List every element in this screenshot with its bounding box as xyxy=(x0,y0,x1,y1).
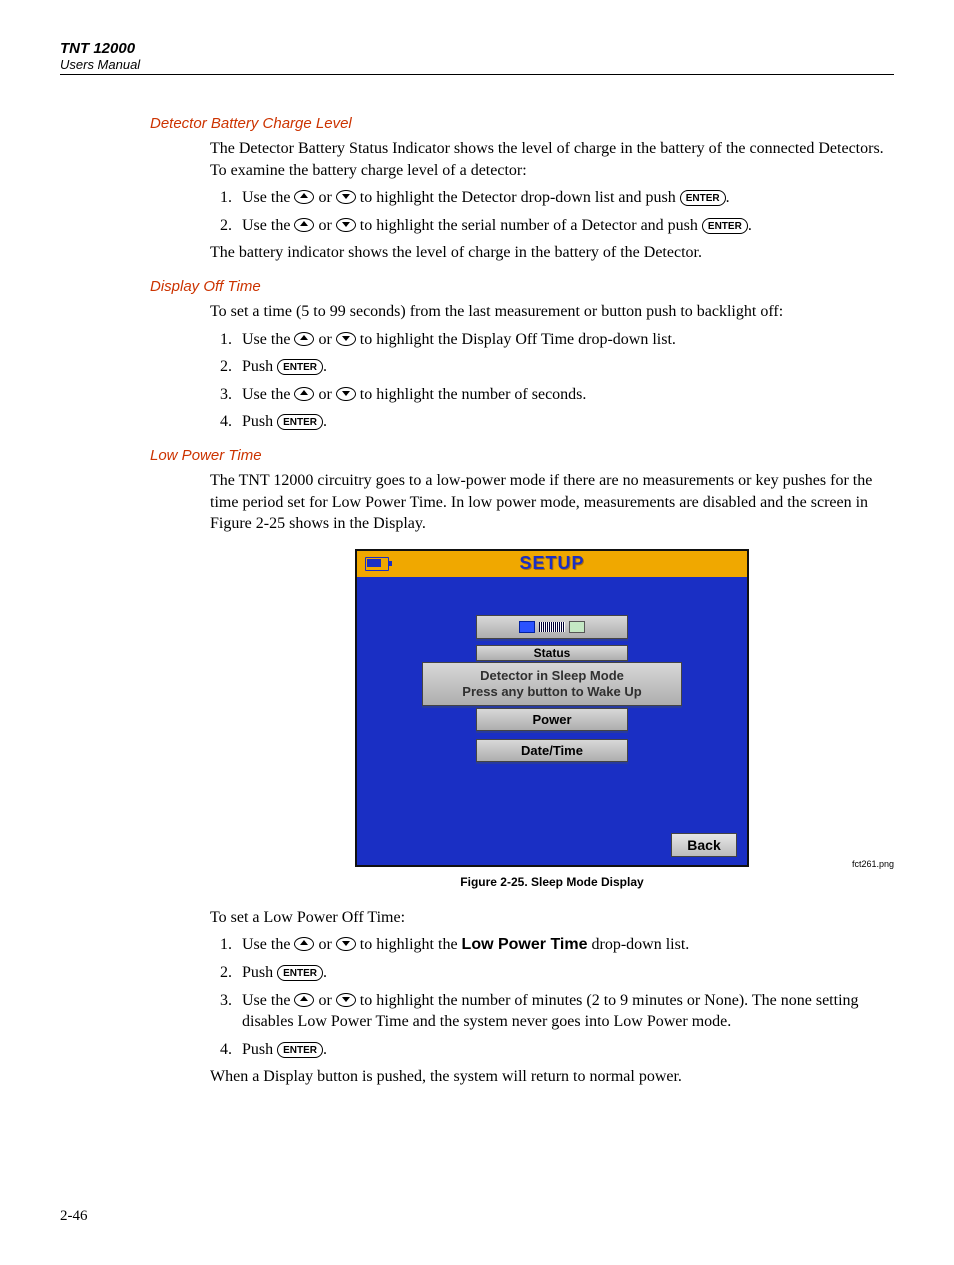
display-off-step-4: Push ENTER. xyxy=(236,411,894,433)
up-icon xyxy=(294,937,314,951)
enter-key: ENTER xyxy=(702,218,748,234)
low-power-steps: Use the or to highlight the Low Power Ti… xyxy=(210,934,894,1060)
down-icon xyxy=(336,218,356,232)
status-mini-icon xyxy=(569,621,585,633)
battery-icon xyxy=(365,557,389,571)
enter-key: ENTER xyxy=(277,414,323,430)
figure-sleep-mode: SETUP Status Detector in Sleep Mode Pres… xyxy=(210,549,894,867)
battery-outro: The battery indicator shows the level of… xyxy=(210,242,894,264)
detector-mini-icon xyxy=(519,621,535,633)
up-icon xyxy=(294,190,314,204)
screen-titlebar: SETUP xyxy=(357,551,747,577)
screen-button-status-partial: Status xyxy=(476,645,628,661)
enter-key: ENTER xyxy=(277,359,323,375)
display-off-intro: To set a time (5 to 99 seconds) from the… xyxy=(210,301,894,323)
screen-button-datetime: Date/Time xyxy=(476,739,628,762)
battery-steps: Use the or to highlight the Detector dro… xyxy=(210,187,894,236)
screen-button-detector xyxy=(476,615,628,639)
screen-title: SETUP xyxy=(519,553,584,574)
low-power-outro: When a Display button is pushed, the sys… xyxy=(210,1066,894,1088)
up-icon xyxy=(294,218,314,232)
battery-step-1: Use the or to highlight the Detector dro… xyxy=(236,187,894,209)
heading-display-off: Display Off Time xyxy=(150,278,894,295)
low-power-step-2: Push ENTER. xyxy=(236,962,894,984)
image-filename: fct261.png xyxy=(852,859,894,869)
page-number: 2-46 xyxy=(60,1208,894,1225)
doc-title: TNT 12000 xyxy=(60,40,894,57)
down-icon xyxy=(336,387,356,401)
screen-button-back: Back xyxy=(671,833,737,857)
low-power-step-4: Push ENTER. xyxy=(236,1039,894,1061)
page-header: TNT 12000 Users Manual xyxy=(60,40,894,75)
low-power-step-1: Use the or to highlight the Low Power Ti… xyxy=(236,934,894,956)
heading-low-power: Low Power Time xyxy=(150,447,894,464)
battery-intro: The Detector Battery Status Indicator sh… xyxy=(210,138,894,181)
sleep-overlay-line2: Press any button to Wake Up xyxy=(427,684,677,700)
down-icon xyxy=(336,332,356,346)
low-power-intro: The TNT 12000 circuitry goes to a low-po… xyxy=(210,470,894,535)
up-icon xyxy=(294,387,314,401)
down-icon xyxy=(336,993,356,1007)
low-power-after-fig: To set a Low Power Off Time: xyxy=(210,907,894,929)
doc-subtitle: Users Manual xyxy=(60,57,894,72)
down-icon xyxy=(336,190,356,204)
up-icon xyxy=(294,993,314,1007)
display-off-steps: Use the or to highlight the Display Off … xyxy=(210,329,894,433)
low-power-time-bold: Low Power Time xyxy=(462,936,588,953)
enter-key: ENTER xyxy=(680,190,726,206)
screen-button-power: Power xyxy=(476,708,628,731)
display-off-step-2: Push ENTER. xyxy=(236,356,894,378)
sleep-overlay: Detector in Sleep Mode Press any button … xyxy=(422,662,682,707)
screen-body: Status Detector in Sleep Mode Press any … xyxy=(357,577,747,865)
heading-battery: Detector Battery Charge Level xyxy=(150,115,894,132)
device-screen: SETUP Status Detector in Sleep Mode Pres… xyxy=(355,549,749,867)
display-off-step-3: Use the or to highlight the number of se… xyxy=(236,384,894,406)
down-icon xyxy=(336,937,356,951)
battery-step-2: Use the or to highlight the serial numbe… xyxy=(236,215,894,237)
enter-key: ENTER xyxy=(277,965,323,981)
barcode-icon xyxy=(539,622,565,632)
low-power-step-3: Use the or to highlight the number of mi… xyxy=(236,990,894,1033)
enter-key: ENTER xyxy=(277,1042,323,1058)
up-icon xyxy=(294,332,314,346)
sleep-overlay-line1: Detector in Sleep Mode xyxy=(427,668,677,684)
display-off-step-1: Use the or to highlight the Display Off … xyxy=(236,329,894,351)
figure-caption: Figure 2-25. Sleep Mode Display xyxy=(210,875,894,889)
